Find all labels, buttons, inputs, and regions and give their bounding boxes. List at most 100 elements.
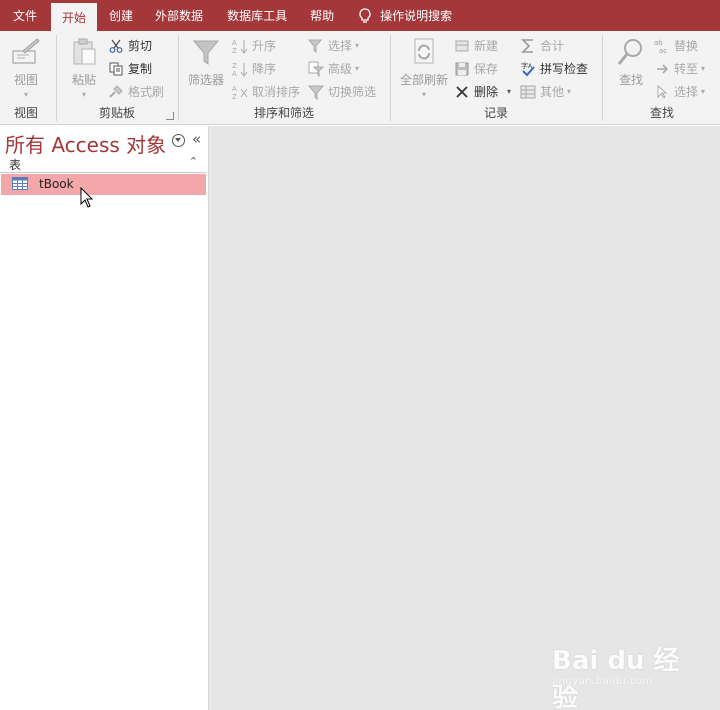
ribbon-separator (602, 35, 603, 121)
svg-text:字: 字 (521, 61, 528, 70)
goto-button[interactable]: 转至 ▾ (654, 60, 705, 77)
delete-button[interactable]: 删除 ▾ (454, 83, 511, 100)
toggle-filter-icon (308, 84, 324, 100)
advanced-dropdown-caret: ▾ (355, 64, 360, 73)
tab-help[interactable]: 帮助 (298, 0, 350, 31)
paste-icon (73, 38, 96, 65)
filter-button[interactable]: 筛选器 (186, 37, 226, 88)
group-find-label: 查找 (649, 106, 674, 120)
delete-x-icon (454, 84, 470, 100)
tab-database-tools[interactable]: 数据库工具 (214, 0, 298, 31)
advanced-filter-icon (308, 61, 324, 77)
svg-text:ab: ab (654, 39, 663, 47)
sigma-icon (520, 38, 536, 54)
baidu-watermark: Bai du 经验 jingyan.baidu.com (552, 632, 692, 710)
group-view: 视图 ▾ 视图 (0, 31, 52, 125)
toggle-filter-button[interactable]: 切换筛选 (308, 83, 376, 100)
table-icon (12, 177, 28, 190)
sort-descending-button[interactable]: ZA 降序 (232, 60, 276, 77)
format-painter-icon (108, 84, 124, 100)
navigation-pane: 所有 Access 对象 « 表 ⌃ tBook (0, 126, 208, 710)
group-view-label: 视图 (13, 106, 38, 120)
nav-item-tbook[interactable]: tBook (1, 174, 206, 195)
tab-file[interactable]: 文件 (0, 0, 51, 31)
tab-home[interactable]: 开始 (51, 3, 98, 31)
view-button[interactable]: 视图 ▾ (10, 37, 42, 99)
nav-item-label: tBook (39, 177, 74, 191)
chevron-up-icon[interactable]: ⌃ (189, 155, 198, 168)
tell-me-search[interactable]: 操作说明搜索 (350, 0, 463, 31)
pointer-icon (654, 84, 670, 100)
selection-filter-button[interactable]: 选择 ▾ (308, 37, 359, 54)
watermark-url: jingyan.baidu.com (552, 676, 653, 687)
totals-button[interactable]: 合计 (520, 37, 564, 54)
remove-sort-icon: AZ (232, 84, 248, 100)
tab-create[interactable]: 创建 (97, 0, 144, 31)
replace-icon: ab ac (654, 38, 670, 54)
replace-button[interactable]: ab ac 替换 (654, 37, 698, 54)
magnifier-icon (617, 39, 642, 65)
nav-group-tables[interactable]: 表 ⌃ (0, 155, 206, 173)
funnel-icon (192, 40, 220, 65)
nav-group-label: 表 (9, 158, 22, 172)
mouse-pointer-icon (80, 187, 94, 208)
svg-text:Z: Z (232, 47, 237, 54)
ribbon-separator (390, 35, 391, 121)
advanced-filter-button[interactable]: 高级 ▾ (308, 60, 359, 77)
group-records: 全部刷新 ▾ 新建 保存 删除 ▾ 合计 字A 拼写检查 其他 ▾ 记录 (392, 31, 600, 125)
format-painter-button[interactable]: 格式刷 (108, 83, 164, 100)
more-records-button[interactable]: 其他 ▾ (520, 83, 571, 100)
select-button[interactable]: 选择 ▾ (654, 83, 705, 100)
save-button[interactable]: 保存 (454, 60, 498, 77)
tab-external-data[interactable]: 外部数据 (144, 0, 214, 31)
sort-ascending-icon: AZ (232, 38, 248, 54)
refresh-dropdown-caret: ▾ (421, 90, 426, 99)
grid-icon (520, 84, 536, 100)
watermark-brand: Bai du 经验 (552, 646, 680, 710)
new-record-button[interactable]: 新建 (454, 37, 498, 54)
group-clipboard: 粘贴 ▾ 剪切 复制 格式刷 剪贴板 (58, 31, 176, 125)
svg-text:Z: Z (232, 62, 237, 70)
sort-ascending-button[interactable]: AZ 升序 (232, 37, 276, 54)
paste-button[interactable]: 粘贴 ▾ (66, 37, 102, 99)
delete-dropdown-caret: ▾ (507, 87, 512, 96)
cut-button[interactable]: 剪切 (108, 37, 152, 54)
document-workspace (213, 126, 720, 710)
svg-text:A: A (232, 70, 237, 77)
group-find: 查找 ab ac 替换 转至 ▾ 选择 ▾ 查找 (604, 31, 720, 125)
refresh-all-button[interactable]: 全部刷新 ▾ (398, 37, 450, 99)
svg-text:A: A (232, 85, 237, 93)
tell-me-label: 操作说明搜索 (380, 9, 453, 23)
svg-text:A: A (232, 39, 237, 47)
remove-sort-button[interactable]: AZ 取消排序 (232, 83, 300, 100)
spell-check-icon: 字A (520, 61, 536, 77)
view-dropdown-caret: ▾ (23, 90, 28, 99)
select-dropdown-caret: ▾ (701, 87, 706, 96)
nav-pane-collapse-icon[interactable]: « (192, 130, 201, 148)
spelling-button[interactable]: 字A 拼写检查 (520, 60, 588, 77)
nav-pane-menu-icon[interactable] (172, 134, 185, 147)
paste-dropdown-caret: ▾ (81, 90, 86, 99)
new-record-icon (454, 38, 470, 54)
group-clipboard-label: 剪贴板 (98, 106, 135, 120)
group-records-label: 记录 (483, 106, 508, 120)
nav-pane-title[interactable]: 所有 Access 对象 (5, 129, 166, 158)
find-button[interactable]: 查找 (614, 37, 648, 88)
arrow-right-icon (654, 61, 670, 77)
ribbon-separator (178, 35, 179, 121)
copy-icon (108, 61, 124, 77)
ribbon-tab-bar: 文件 开始 创建 外部数据 数据库工具 帮助 操作说明搜索 (0, 0, 720, 31)
group-sort-filter: 筛选器 AZ 升序 ZA 降序 AZ 取消排序 选择 ▾ 高级 ▾ 切换筛选 排序和… (180, 31, 388, 125)
clipboard-dialog-launcher[interactable] (166, 112, 174, 120)
ribbon: 视图 ▾ 视图 粘贴 ▾ 剪切 复制 格式刷 剪贴板 筛选器 A Z 升序 Z … (0, 31, 720, 125)
more-dropdown-caret: ▾ (567, 87, 572, 96)
svg-text:ac: ac (659, 47, 667, 54)
ribbon-separator (56, 35, 57, 121)
selection-filter-icon (308, 38, 324, 54)
copy-button[interactable]: 复制 (108, 60, 152, 77)
scissors-icon (108, 38, 124, 54)
group-sort-filter-label: 排序和筛选 (253, 106, 314, 120)
view-icon (12, 38, 40, 64)
lightbulb-icon (358, 7, 372, 24)
goto-dropdown-caret: ▾ (701, 64, 706, 73)
